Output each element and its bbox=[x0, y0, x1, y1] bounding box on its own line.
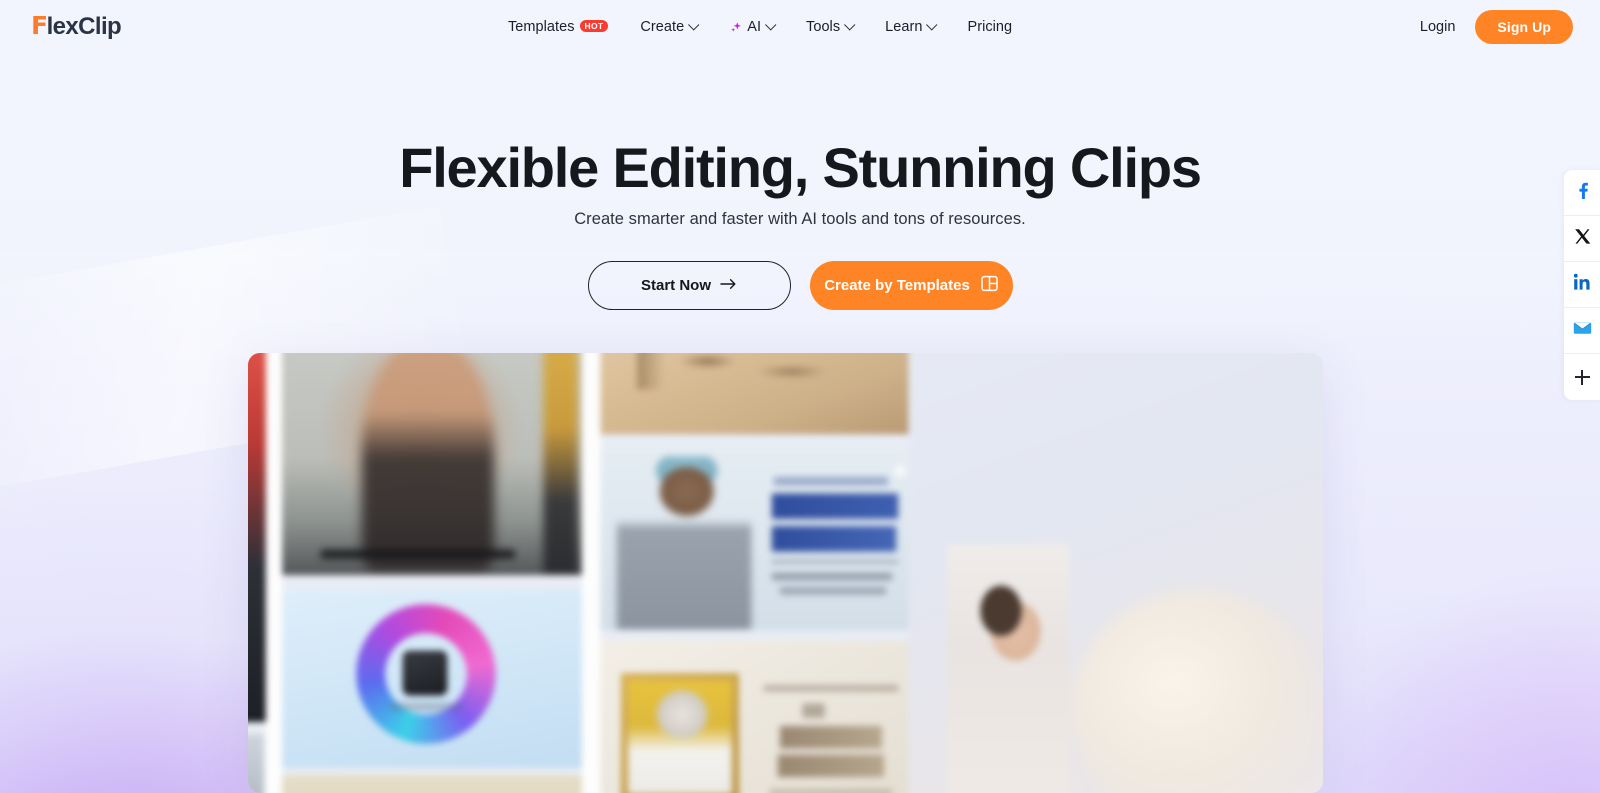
collage-figure bbox=[361, 353, 495, 571]
share-linkedin-button[interactable] bbox=[1564, 262, 1600, 308]
sparkle-icon bbox=[729, 21, 743, 35]
collage-separator-1 bbox=[265, 353, 283, 793]
create-by-templates-label: Create by Templates bbox=[824, 277, 970, 294]
site-header: F lexClip Templates HOT Create AI Tools … bbox=[0, 0, 1600, 54]
nav-label-create: Create bbox=[640, 19, 685, 35]
main-navigation: Templates HOT Create AI Tools Learn Pric… bbox=[508, 0, 1028, 54]
chevron-down-icon bbox=[926, 19, 938, 31]
collage-card-bride bbox=[947, 544, 1070, 793]
plus-icon bbox=[1574, 369, 1590, 385]
arrow-right-icon bbox=[720, 277, 737, 294]
collage-card-memorial bbox=[598, 640, 925, 793]
nav-item-templates[interactable]: Templates HOT bbox=[508, 13, 624, 41]
collage-card-fitness bbox=[280, 353, 587, 576]
collage-fashion-body-line1 bbox=[771, 573, 893, 581]
collage-card-script bbox=[598, 353, 915, 435]
chevron-down-icon bbox=[765, 19, 777, 31]
nav-item-ai[interactable]: AI bbox=[713, 13, 790, 41]
collage-floor-bar bbox=[320, 549, 515, 559]
social-share-sidebar bbox=[1564, 170, 1600, 400]
start-now-label: Start Now bbox=[640, 277, 711, 294]
collage-card-gradient-ring bbox=[276, 589, 583, 768]
collage-strip-left-lower bbox=[248, 734, 264, 793]
collage-fashion-title-line1 bbox=[771, 493, 899, 519]
collage-sparkle-decor bbox=[892, 462, 909, 480]
share-x-button[interactable] bbox=[1564, 216, 1600, 262]
nav-label-templates: Templates bbox=[508, 19, 575, 35]
collage-portrait-photo bbox=[627, 680, 732, 793]
collage-ring-core bbox=[402, 650, 448, 696]
collage-strip-left bbox=[248, 353, 266, 722]
collage-fashion-figure bbox=[616, 456, 752, 631]
start-now-button[interactable]: Start Now bbox=[587, 261, 791, 310]
x-twitter-icon bbox=[1574, 228, 1591, 250]
envelope-icon bbox=[1573, 320, 1592, 341]
collage-card-tan bbox=[276, 774, 583, 793]
login-link[interactable]: Login bbox=[1420, 19, 1455, 35]
logo-initial: F bbox=[31, 11, 48, 40]
collage-fashion-rule bbox=[771, 560, 899, 563]
collage-memorial-name-line2 bbox=[777, 754, 884, 777]
hero-cta-row: Start Now Create by Templates bbox=[0, 261, 1600, 310]
auth-actions: Login Sign Up bbox=[1420, 0, 1573, 54]
hero-media-inner bbox=[248, 353, 1323, 793]
nav-item-create[interactable]: Create bbox=[624, 13, 713, 41]
chevron-down-icon bbox=[844, 19, 856, 31]
template-layout-icon bbox=[981, 275, 998, 296]
collage-portrait-frame bbox=[620, 672, 740, 793]
collage-accent-stripe bbox=[543, 353, 578, 576]
collage-ring-caption bbox=[390, 703, 462, 710]
share-more-button[interactable] bbox=[1564, 354, 1600, 400]
collage-separator-2 bbox=[582, 353, 601, 793]
logo-flexclip[interactable]: F lexClip bbox=[31, 11, 122, 40]
collage-fashion-title-line2 bbox=[771, 526, 897, 552]
nav-label-ai: AI bbox=[747, 19, 762, 35]
collage-memorial-eyebrow bbox=[763, 685, 899, 692]
hero-media-collage[interactable] bbox=[248, 353, 1323, 793]
linkedin-icon bbox=[1573, 273, 1591, 296]
nav-item-learn[interactable]: Learn bbox=[869, 13, 951, 41]
hero-subtitle: Create smarter and faster with AI tools … bbox=[574, 210, 1026, 228]
collage-memorial-ornament bbox=[802, 703, 825, 718]
chevron-down-icon bbox=[688, 19, 700, 31]
nav-label-tools: Tools bbox=[806, 19, 841, 35]
collage-memorial-name-line1 bbox=[779, 726, 882, 749]
signup-button[interactable]: Sign Up bbox=[1475, 10, 1573, 44]
collage-fashion-body-line2 bbox=[779, 587, 886, 595]
share-facebook-button[interactable] bbox=[1564, 170, 1600, 216]
hot-badge: HOT bbox=[579, 20, 609, 32]
nav-label-learn: Learn bbox=[885, 19, 923, 35]
collage-soft-blob bbox=[1071, 589, 1323, 793]
page-root: F lexClip Templates HOT Create AI Tools … bbox=[0, 0, 1600, 793]
nav-label-pricing: Pricing bbox=[967, 19, 1013, 35]
collage-fashion-eyebrow bbox=[773, 477, 889, 486]
share-email-button[interactable] bbox=[1564, 308, 1600, 354]
logo-wordmark: lexClip bbox=[46, 13, 122, 40]
hero-title: Flexible Editing, Stunning Clips bbox=[399, 136, 1202, 199]
collage-script-text bbox=[637, 353, 872, 390]
collage-memorial-body-line1 bbox=[769, 789, 893, 793]
nav-item-pricing[interactable]: Pricing bbox=[951, 13, 1028, 41]
collage-card-fashion-journey bbox=[598, 448, 915, 631]
facebook-icon bbox=[1573, 181, 1592, 205]
create-by-templates-button[interactable]: Create by Templates bbox=[809, 261, 1013, 310]
nav-item-tools[interactable]: Tools bbox=[790, 13, 869, 41]
